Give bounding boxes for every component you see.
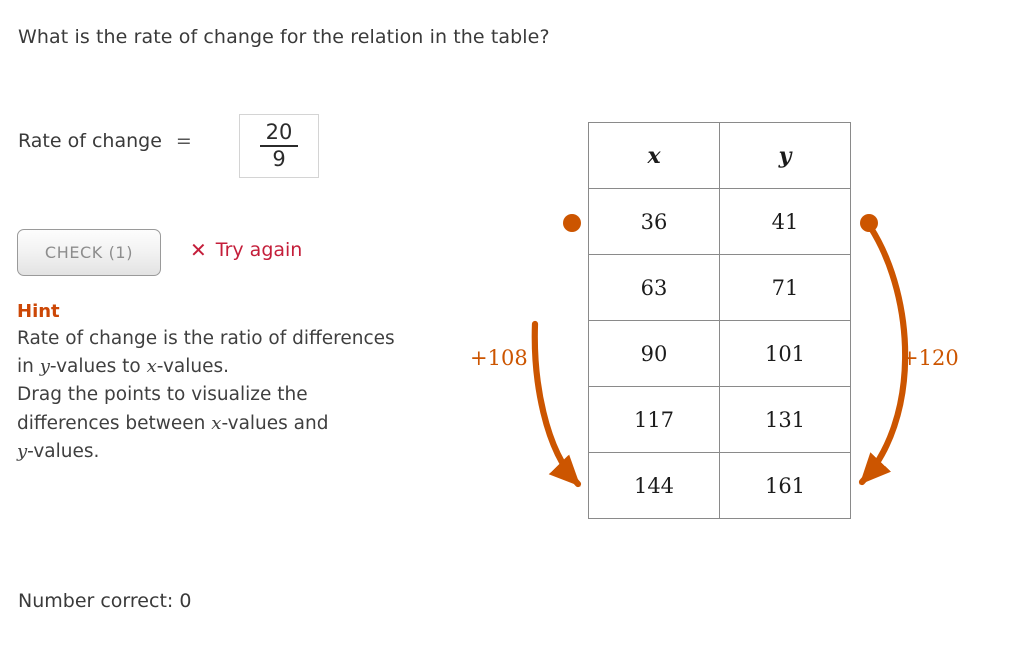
table-cell-y: 131 (719, 386, 851, 453)
check-button[interactable]: CHECK (1) (17, 229, 161, 276)
drag-point-x[interactable] (563, 214, 581, 232)
fraction-denominator[interactable]: 9 (272, 148, 285, 170)
hint-text: -values and (221, 412, 329, 434)
table-cell-x: 117 (588, 386, 720, 453)
hint-line-5: y-values. (17, 438, 487, 466)
hint-text: Rate of change is the ratio of differenc… (17, 327, 395, 349)
table-cell-x: 63 (588, 254, 720, 321)
hint-line-4: differences between x-values and (17, 410, 487, 438)
table-header-row: x y (588, 122, 851, 189)
math-var-x: x (211, 412, 222, 434)
table-cell-y: 71 (719, 254, 851, 321)
hint-text: -values. (156, 356, 229, 378)
table-cell-x: 36 (588, 188, 720, 255)
table-cell-x: 144 (588, 452, 720, 519)
rate-of-change-label: Rate of change (18, 130, 162, 152)
cross-icon: ✕ (190, 238, 207, 262)
question-prompt: What is the rate of change for the relat… (18, 26, 550, 48)
hint-block: Hint Rate of change is the ratio of diff… (17, 300, 487, 466)
table-cell-y: 41 (719, 188, 851, 255)
number-correct-status: Number correct: 0 (18, 590, 192, 612)
delta-x-label: +108 (470, 346, 528, 370)
table-header-y: y (719, 122, 851, 189)
hint-text: differences between (17, 412, 212, 434)
table-cell-y: 101 (719, 320, 851, 387)
hint-line-2: in y-values to x-values. (17, 353, 487, 381)
table-row: 63 71 (588, 254, 851, 321)
answer-fraction-input[interactable]: 20 9 (239, 114, 319, 178)
hint-text: in (17, 356, 40, 378)
fraction-numerator[interactable]: 20 (266, 121, 293, 143)
answer-row: Rate of change = 20 9 (18, 114, 319, 178)
delta-y-label: +120 (901, 346, 959, 370)
table-row: 90 101 (588, 320, 851, 387)
feedback-message: ✕ Try again (190, 240, 302, 260)
equals-sign: = (175, 130, 192, 152)
table-row: 144 161 (588, 452, 851, 519)
hint-title: Hint (17, 301, 60, 322)
hint-text: -values to (49, 356, 147, 378)
hint-line-3: Drag the points to visualize the (17, 381, 487, 409)
hint-text: Drag the points to visualize the (17, 384, 308, 406)
math-var-x: x (146, 356, 157, 378)
drag-point-y[interactable] (860, 214, 878, 232)
table-cell-y: 161 (719, 452, 851, 519)
hint-line-1: Rate of change is the ratio of differenc… (17, 325, 487, 353)
relation-data-table: x y 36 41 63 71 90 101 117 131 144 161 (588, 122, 851, 519)
table-row: 117 131 (588, 386, 851, 453)
delta-y-arrow (858, 224, 909, 486)
feedback-text: Try again (215, 238, 303, 261)
delta-x-arrow (531, 320, 582, 488)
table-header-x: x (588, 122, 720, 189)
math-var-y: y (17, 440, 28, 462)
table-cell-x: 90 (588, 320, 720, 387)
math-var-y: y (39, 356, 50, 378)
hint-text: -values. (27, 440, 100, 462)
table-row: 36 41 (588, 188, 851, 255)
